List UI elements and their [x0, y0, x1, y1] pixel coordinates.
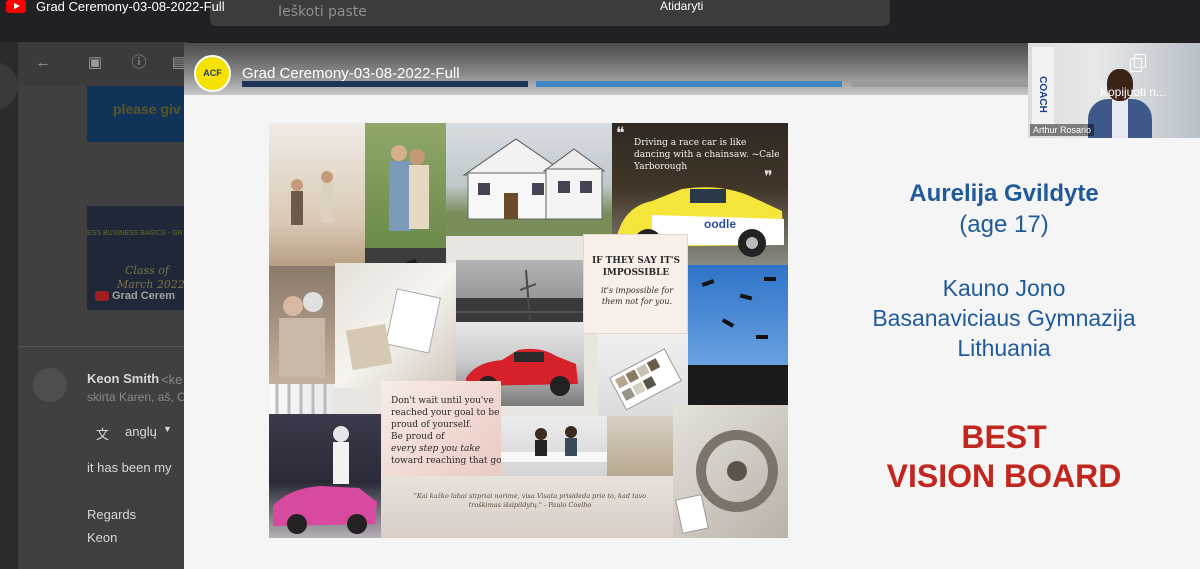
vision-board: Driving a race car is like dancing with … [269, 123, 788, 538]
copy-icon[interactable] [1130, 54, 1146, 72]
chevron-down-icon[interactable]: ▼ [163, 424, 172, 434]
student-age: (age 17) [959, 211, 1049, 238]
proud-quote-line6: toward reaching that goal. [391, 456, 501, 466]
color-swatches-photo [598, 334, 688, 416]
email-regards: Regards [87, 507, 137, 522]
recipients[interactable]: skirta Karen, aš, C [87, 390, 186, 404]
thumbnail-class: Class of [125, 264, 169, 277]
email-body-line: it has been my [87, 460, 172, 475]
back-arrow-icon[interactable]: ← [34, 54, 52, 72]
award-line-1: BEST [961, 419, 1047, 455]
sender-email: <ke [161, 372, 183, 387]
railing-photo [269, 384, 335, 414]
gmail-side-rail [0, 42, 18, 569]
coelho-quote-card: "Kai kažko labai stipriai norime, visa V… [381, 476, 673, 538]
report-spam-icon[interactable]: ⓘ [130, 54, 148, 72]
award-line-2: VISION BOARD [886, 458, 1122, 494]
school-line-3: Lithuania [957, 335, 1051, 361]
translate-icon[interactable]: 文 [96, 424, 109, 443]
graduation-caps-photo [688, 265, 788, 405]
car-sponsor: oodle [704, 217, 736, 231]
webcam-brand-b: COACH [1036, 76, 1048, 113]
student-name: Aurelija Gvildyte [909, 180, 1099, 207]
thumbnail-caption: ESS BUSINESS BASICS - GR [87, 230, 183, 237]
impossible-quote-card: IF THEY SAY IT'S IMPOSSIBLE it's impossi… [583, 234, 688, 334]
proud-quote-line5: every step you take [391, 444, 481, 454]
sender-name[interactable]: Keon Smith [87, 371, 159, 386]
youtube-icon [6, 0, 26, 13]
school-line-1: Kauno Jono [942, 275, 1066, 301]
desk-sketch-photo [335, 263, 456, 388]
impossible-quote-body: it's impossible for them not for you. [600, 286, 674, 306]
translate-language[interactable]: anglų [125, 424, 157, 439]
archive-icon[interactable]: ▣ [86, 54, 104, 72]
wood-interior-photo [607, 416, 673, 476]
slide-bar-grey [851, 81, 1031, 87]
grandparents-photo [269, 266, 335, 384]
school-line-2: Basanaviciaus Gymnazija [872, 305, 1136, 331]
email-signature: Keon [87, 530, 118, 545]
slide-bar-blue [536, 81, 842, 87]
email-banner-text: please giv [113, 101, 181, 117]
youtube-icon [95, 291, 109, 302]
thumbnail-youtube-label: Grad Cerem [95, 290, 175, 302]
proud-quote-line4: Be proud of [391, 432, 445, 442]
viewer-title: Grad Ceremony-03-08-2022-Full [36, 0, 225, 14]
proud-quote-line1: Don't wait until you've [391, 396, 494, 406]
family-beach-photo [269, 123, 365, 266]
gmail-search-input[interactable]: Ieškoti paste [278, 4, 367, 20]
webcam-name: Arthur Rosario [1030, 124, 1095, 136]
office-meeting-photo [501, 416, 607, 476]
house-photo [446, 123, 612, 236]
impossible-quote-title: IF THEY SAY IT'S IMPOSSIBLE [591, 256, 681, 278]
proud-quote-line3: proud of yourself. [391, 420, 472, 430]
video-title[interactable]: Grad Ceremony-03-08-2022-Full [242, 65, 460, 82]
proud-quote-line2: reached your goal to be [391, 408, 500, 418]
couple-field-photo [365, 123, 446, 248]
slide-bar-navy [242, 81, 528, 87]
copy-link-button[interactable]: Kopijuoti n... [1100, 85, 1166, 99]
car-interior-photo [673, 405, 788, 538]
coelho-quote: "Kai kažko labai stipriai norime, visa V… [413, 492, 647, 509]
award-title: BEST VISION BOARD [844, 418, 1164, 496]
email-banner: please giv [87, 86, 188, 142]
video-player[interactable]: ACF Grad Ceremony-03-08-2022-Full action… [184, 43, 1200, 569]
school-block: Kauno Jono Basanaviciaus Gymnazija Lithu… [844, 273, 1164, 363]
screen: Ieškoti paste ← ▣ ⓘ ▤ please giv ESS BUS… [0, 0, 1200, 569]
divider [18, 346, 188, 347]
webcam-person [1088, 69, 1152, 138]
sender-avatar [33, 368, 67, 402]
email-video-thumbnail[interactable]: ESS BUSINESS BASICS - GR Class of March … [87, 206, 188, 310]
open-button[interactable]: Atidaryti [660, 0, 703, 13]
channel-logo[interactable]: ACF [194, 55, 231, 92]
racer-drift-car-photo [269, 414, 381, 538]
